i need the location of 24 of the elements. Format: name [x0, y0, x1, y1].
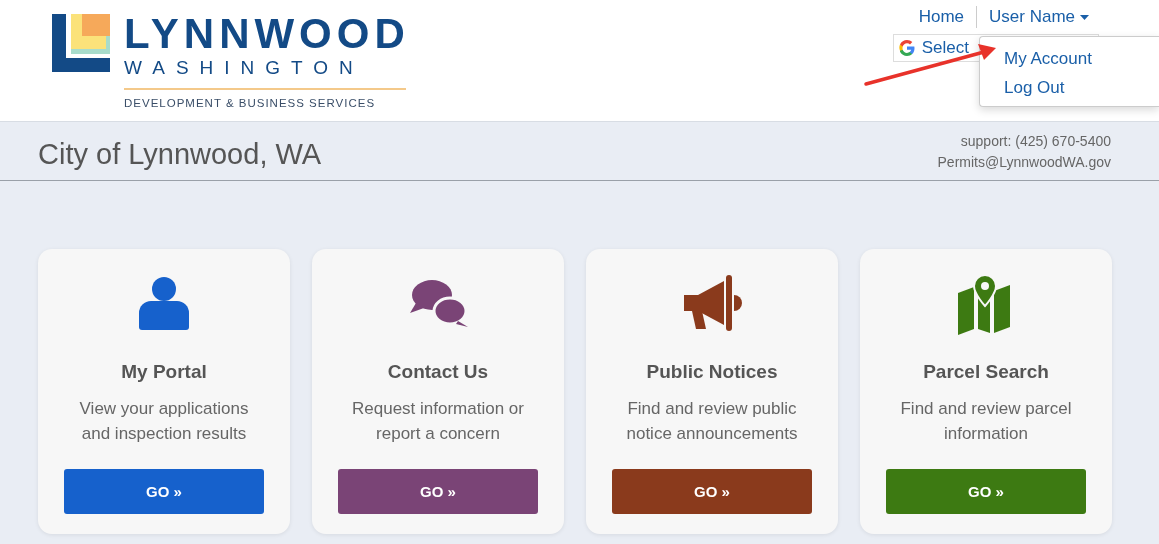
logo-subtitle: WASHINGTON	[124, 56, 364, 80]
card-description: Find and review parcel information	[899, 398, 1073, 445]
logo-tagline: DEVELOPMENT & BUSINESS SERVICES	[124, 96, 376, 110]
card-title: Contact Us	[387, 361, 489, 383]
go-button[interactable]: GO »	[886, 469, 1086, 514]
google-g-icon	[897, 39, 916, 57]
menu-item[interactable]: Log Out	[980, 73, 1159, 102]
card-title: Parcel Search	[923, 361, 1049, 383]
go-button[interactable]: GO »	[64, 469, 264, 514]
nav-link[interactable]: Home	[906, 7, 977, 27]
go-button[interactable]: GO »	[612, 469, 812, 514]
logo-name: LYNNWOOD	[124, 14, 410, 54]
user-menu-link[interactable]: User Name	[977, 7, 1101, 27]
support-phone: support: (425) 670-5400	[959, 132, 1111, 151]
card-title: Public Notices	[646, 361, 778, 383]
caret-icon	[1080, 14, 1089, 20]
card-title: My Portal	[121, 361, 207, 383]
card-description: Find and review public notice announcements	[625, 398, 799, 445]
support-email: Permits@LynnwoodWA.gov	[937, 153, 1111, 172]
page-title: City of Lynnwood, WA	[38, 138, 322, 171]
card-description: Request information or report a concern	[351, 398, 525, 445]
go-button[interactable]: GO »	[338, 469, 538, 514]
logo-mark-icon	[52, 14, 110, 72]
card-description: View your applications and inspection results	[78, 398, 250, 445]
